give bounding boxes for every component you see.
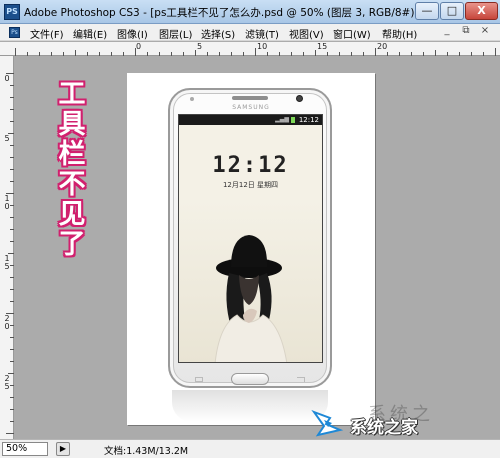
horizontal-ruler[interactable]: 0 5 10 15 20 [0,42,500,56]
back-key-icon [297,377,305,382]
menu-window[interactable]: 窗口(W) [333,26,371,41]
caption-char: 不 [58,169,86,200]
ruler-label: 1 0 [4,194,10,211]
menu-layer[interactable]: 图层(L) [159,26,192,41]
ruler-label: 15 [317,42,328,51]
menu-image[interactable]: 图像(I) [117,26,148,41]
document-size-info: 文档:1.43M/13.2M [104,446,189,457]
menu-edit[interactable]: 编辑(E) [73,26,107,41]
front-camera-icon [296,95,303,102]
status-bar: 50% ▶ 文档:1.43M/13.2M [0,439,500,458]
doc-restore-button[interactable]: ⧉ [459,25,473,38]
close-button[interactable]: X [465,2,498,20]
caption-char: 了 [58,229,86,260]
menu-select[interactable]: 选择(S) [201,26,235,41]
ruler-label: 2 5 [4,374,10,391]
status-menu-arrow-icon[interactable]: ▶ [56,442,70,456]
document-icon[interactable]: Ps [9,27,20,38]
ruler-ticks [15,48,496,56]
caption-char: 工 [58,79,86,110]
maximize-button[interactable]: □ [440,2,464,20]
doc-close-button[interactable]: × [478,25,492,38]
proximity-sensor [190,97,194,101]
wallpaper-figure [179,200,322,362]
phone-screen: ▂▄▆ 12:12 12:12 12月12日 星期四 [178,114,323,363]
watermark: 系统之 系统之家 [296,402,500,442]
ruler-label: 1 5 [4,254,10,271]
menu-bar: Ps 文件(F) 编辑(E) 图像(I) 图层(L) 选择(S) 滤镜(T) 视… [0,24,500,41]
menu-help[interactable]: 帮助(H) [382,26,417,41]
phone-speaker [232,96,268,100]
ruler-label: 0 [136,42,142,51]
ruler-label: 20 [377,42,388,51]
menu-filter[interactable]: 滤镜(T) [245,26,279,41]
photoshop-app-icon: PS [4,4,20,20]
menu-key-icon [195,377,203,382]
menu-file[interactable]: 文件(F) [30,26,64,41]
ruler-label: 5 [4,134,10,143]
ruler-label: 5 [197,42,203,51]
overlay-caption: 工 具 栏 不 见 了 [55,80,89,260]
caption-char: 具 [58,109,86,140]
caption-char: 栏 [58,139,86,170]
ruler-label: 10 [257,42,268,51]
ruler-label: 0 [4,74,10,83]
watermark-logo-icon [311,409,344,437]
title-bar: PS Adobe Photoshop CS3 - [ps工具栏不见了怎么办.ps… [0,0,500,24]
phone-brand: SAMSUNG [232,104,270,111]
zoom-level-field[interactable]: 50% [2,442,48,456]
minimize-button[interactable]: — [415,2,439,20]
menu-view[interactable]: 视图(V) [289,26,324,41]
doc-minimize-button[interactable]: _ [440,25,454,38]
caption-char: 见 [58,199,86,230]
vertical-ruler[interactable]: 0 5 1 0 1 5 2 0 2 5 [0,56,14,439]
ruler-label: 2 0 [4,314,10,331]
phone-home-button [231,373,269,385]
watermark-text: 系统之家 [350,418,418,438]
window-title: Adobe Photoshop CS3 - [ps工具栏不见了怎么办.psd @… [24,7,419,19]
